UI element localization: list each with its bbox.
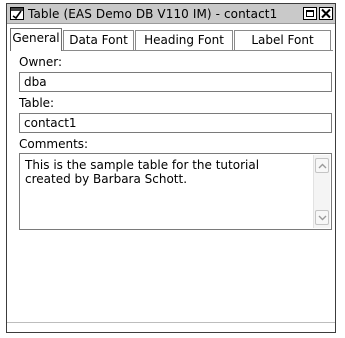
comments-text: This is the sample table for the tutoria… — [25, 158, 260, 186]
maximize-icon[interactable] — [303, 7, 317, 20]
scroll-up-icon[interactable] — [315, 158, 329, 173]
tab-heading-font[interactable]: Heading Font — [135, 30, 233, 50]
comments-scrollbar[interactable] — [313, 155, 330, 228]
tab-data-font[interactable]: Data Font — [63, 30, 134, 50]
owner-field[interactable]: dba — [19, 72, 332, 92]
table-label: Table: — [19, 96, 55, 110]
close-icon[interactable] — [319, 7, 333, 20]
window-title: Table (EAS Demo DB V110 IM) - contact1 — [28, 7, 278, 21]
properties-window: Table (EAS Demo DB V110 IM) - contact1 G… — [6, 3, 336, 333]
tab-general[interactable]: General — [10, 28, 62, 51]
tab-label-font[interactable]: Label Font — [234, 30, 331, 50]
comments-textarea[interactable]: This is the sample table for the tutoria… — [19, 153, 332, 230]
table-field[interactable]: contact1 — [19, 113, 332, 133]
owner-label: Owner: — [19, 55, 63, 69]
comments-label: Comments: — [19, 137, 89, 151]
table-icon — [10, 7, 24, 20]
window-bottom-divider — [7, 322, 335, 323]
scroll-down-icon[interactable] — [315, 210, 329, 225]
title-bar[interactable]: Table (EAS Demo DB V110 IM) - contact1 — [7, 4, 335, 24]
tab-strip: General Data Font Heading Font Label Fon… — [10, 28, 333, 51]
